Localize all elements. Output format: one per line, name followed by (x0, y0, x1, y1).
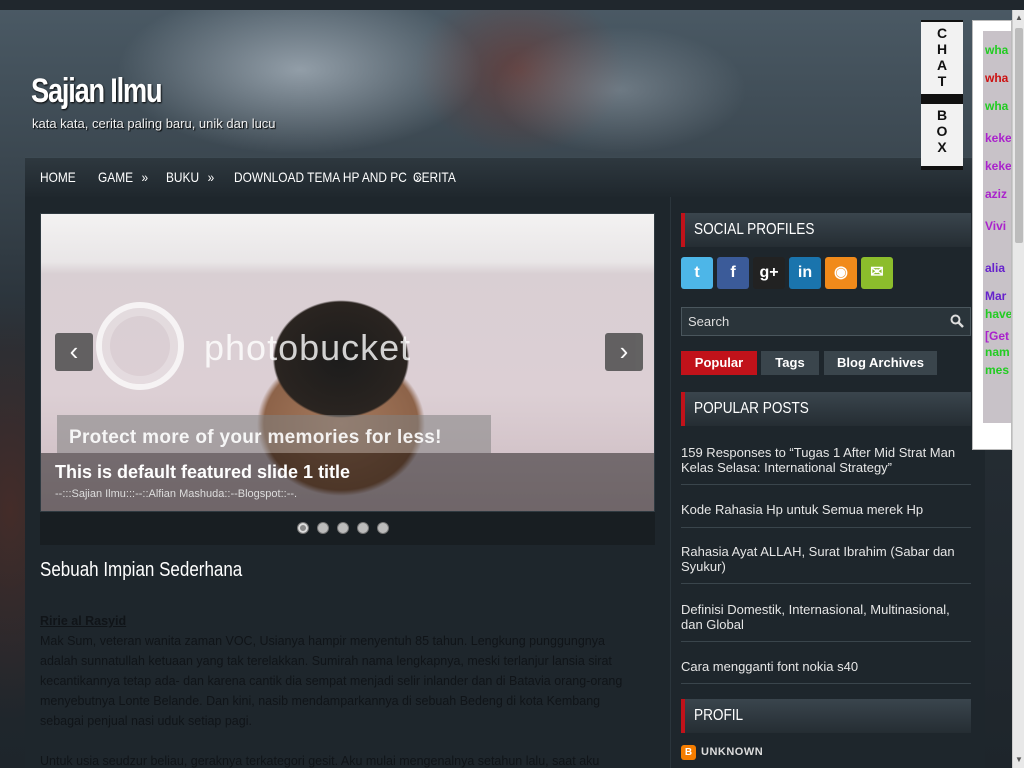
tab-tags[interactable]: Tags (761, 351, 819, 375)
popular-post-link[interactable]: Rahasia Ayat ALLAH, Surat Ibrahim (Sabar… (681, 544, 971, 584)
page-scrollbar[interactable]: ▲ ▼ (1012, 10, 1024, 768)
nav-item-label: HOME (40, 169, 76, 185)
nav-item-game[interactable]: GAME » (98, 158, 148, 198)
main-content: photobucket Protect more of your memorie… (25, 197, 670, 768)
slider-dot[interactable] (377, 522, 389, 534)
slider-dot[interactable] (297, 522, 309, 534)
watermark-banner-text: Protect more of your memories for less! (69, 427, 442, 448)
google-plus-icon[interactable]: g+ (753, 257, 785, 289)
chat-message: Vivi (985, 219, 1007, 233)
nav-item-download-tema[interactable]: DOWNLOAD TEMA HP AND PC» (234, 158, 422, 198)
slide-title[interactable]: This is default featured slide 1 title (55, 462, 350, 483)
slide-text: --:::Sajian Ilmu:::--::Alfian Mashuda::-… (55, 488, 298, 500)
email-icon[interactable]: ✉ (861, 257, 893, 289)
slide-caption: This is default featured slide 1 title -… (41, 453, 654, 511)
chatbox-label-top: C H A T (921, 22, 963, 94)
chat-message: wha (985, 99, 1009, 113)
nav-item-home[interactable]: HOME (40, 158, 76, 198)
watermark-text: photobucket (204, 327, 412, 368)
search-box (681, 307, 971, 336)
twitter-icon[interactable]: t (681, 257, 713, 289)
photobucket-logo-icon (96, 302, 184, 390)
scroll-down-icon[interactable]: ▼ (1013, 754, 1024, 766)
widget-title-social: SOCIAL PROFILES (681, 213, 971, 247)
popular-post-link[interactable]: 159 Responses to “Tugas 1 After Mid Stra… (681, 445, 971, 485)
profile-name[interactable]: UNKNOWN (701, 746, 763, 758)
linkedin-icon[interactable]: in (789, 257, 821, 289)
chatbox-label-bottom: B O X (921, 104, 963, 166)
chat-message: mes (985, 363, 1010, 377)
chatbox-panel: wha wha wha keke keke aziz Vivi alia Mar have [Get… (972, 20, 1012, 450)
slider-prev-button[interactable]: ‹ (55, 333, 93, 371)
post-title[interactable]: Sebuah Impian Sederhana (40, 559, 242, 582)
chat-message: Mar (985, 289, 1007, 303)
site-description: kata kata, cerita paling baru, unik dan … (32, 116, 276, 131)
nav-item-label: CERITA (413, 169, 456, 185)
post-paragraph: Mak Sum, veteran wanita zaman VOC, Usian… (40, 634, 623, 728)
nav-item-buku[interactable]: BUKU » (166, 158, 214, 198)
site-header: Sajian Ilmu kata kata, cerita paling bar… (25, 10, 972, 157)
site-title[interactable]: Sajian Ilmu (31, 72, 163, 111)
submenu-arrow-icon: » (207, 169, 215, 185)
chatbox-toggle[interactable]: C H A T B O X (921, 20, 963, 170)
popular-post-link[interactable]: Kode Rahasia Hp untuk Semua merek Hp (681, 502, 971, 528)
scroll-thumb[interactable] (1015, 28, 1023, 243)
blogger-icon: B (681, 744, 696, 760)
tab-blog-archives[interactable]: Blog Archives (824, 351, 937, 375)
widget-title-profile: PROFIL (681, 699, 971, 733)
chat-message: nam (985, 345, 1010, 359)
chat-message: keke (985, 159, 1012, 173)
post-body: Ririe al Rasyid Mak Sum, veteran wanita … (40, 611, 640, 768)
main-navigation: HOME GAME » BUKU » DOWNLOAD TEMA HP AND PC… (25, 157, 972, 197)
scroll-up-icon[interactable]: ▲ (1013, 12, 1024, 24)
post-author: Ririe al Rasyid (40, 614, 127, 628)
rss-icon[interactable]: ◉ (825, 257, 857, 289)
slider-dot[interactable] (357, 522, 369, 534)
featured-slider[interactable]: photobucket Protect more of your memorie… (40, 213, 655, 512)
search-icon[interactable] (950, 314, 964, 328)
chat-message: aziz (985, 187, 1008, 201)
nav-item-label: GAME (98, 169, 134, 185)
slider-dot[interactable] (317, 522, 329, 534)
tab-popular[interactable]: Popular (681, 351, 757, 375)
facebook-icon[interactable]: f (717, 257, 749, 289)
sidebar: SOCIAL PROFILES tfg+in◉✉ Popular Tags Bl… (670, 197, 985, 768)
top-bar (0, 0, 1024, 10)
post-paragraph: Untuk usia seudzur beliau, geraknya terk… (40, 754, 600, 768)
chat-message: keke (985, 131, 1012, 145)
popular-post-link[interactable]: Definisi Domestik, Internasional, Multin… (681, 602, 971, 642)
nav-item-cerita[interactable]: CERITA (413, 158, 456, 198)
submenu-arrow-icon: » (141, 169, 149, 185)
slider-pagination (40, 512, 655, 545)
chat-message: [Get (985, 329, 1009, 343)
nav-item-label: DOWNLOAD TEMA HP AND PC (234, 169, 407, 185)
search-input[interactable] (682, 308, 942, 335)
chat-message: alia (985, 261, 1006, 275)
chat-message: have (985, 307, 1012, 321)
nav-item-label: BUKU (166, 169, 200, 185)
profile-row[interactable]: B UNKNOWN (681, 743, 763, 761)
widget-title-popular: POPULAR POSTS (681, 392, 971, 426)
popular-post-link[interactable]: Cara mengganti font nokia s40 (681, 659, 971, 684)
slider-next-button[interactable]: › (605, 333, 643, 371)
slider-dot[interactable] (337, 522, 349, 534)
chat-message: wha (985, 71, 1009, 85)
chat-message: wha (985, 43, 1009, 57)
